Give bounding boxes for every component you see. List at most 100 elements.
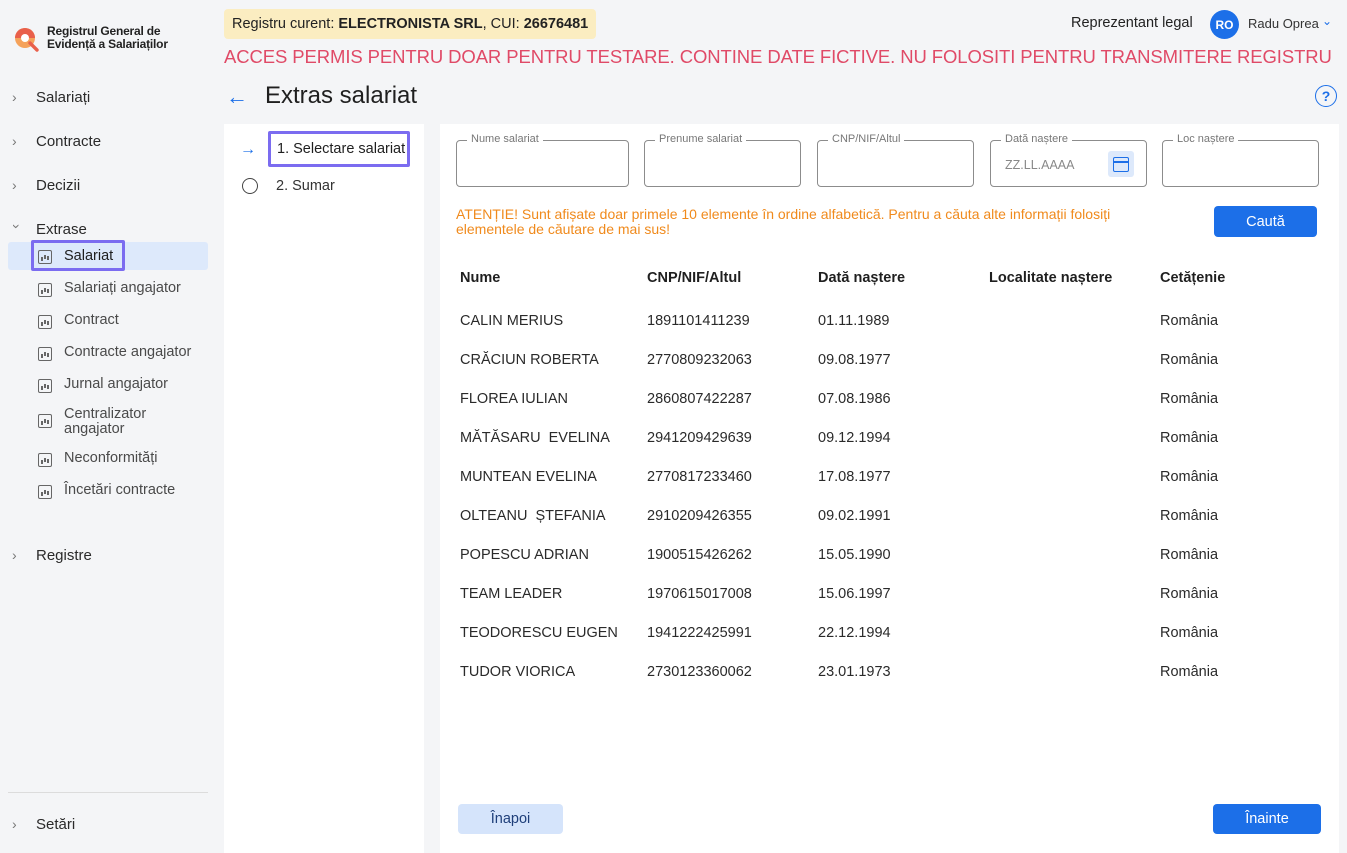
sidebar-item-label: Contract bbox=[64, 312, 119, 328]
cell-cnp: 1941222425991 bbox=[647, 625, 752, 641]
step-selectare-salariat[interactable]: 1. Selectare salariat bbox=[268, 131, 410, 167]
cell-cetatenie: România bbox=[1160, 391, 1219, 407]
nume-salariat-field[interactable]: Nume salariat bbox=[456, 133, 629, 187]
sidebar-item-jurnal-angajator[interactable]: Jurnal angajator bbox=[8, 377, 208, 393]
chart-icon bbox=[38, 250, 52, 264]
sidebar-item-label: Centralizator angajator bbox=[64, 406, 147, 437]
field-label: Dată naștere bbox=[1001, 133, 1072, 145]
cell-cetatenie: România bbox=[1160, 313, 1219, 329]
sidebar-item-label: Salariat bbox=[64, 247, 114, 264]
page-title: Extras salariat bbox=[265, 82, 418, 109]
cell-cnp: 1970615017008 bbox=[647, 586, 752, 602]
nav-group-decizii[interactable]: › Decizii bbox=[12, 173, 80, 197]
loc-nastere-field[interactable]: Loc naștere bbox=[1162, 133, 1319, 187]
cell-cetatenie: România bbox=[1160, 430, 1219, 446]
help-icon[interactable]: ? bbox=[1315, 85, 1337, 107]
nav-group-registre[interactable]: › Registre bbox=[12, 543, 92, 567]
table-row[interactable]: FLOREA IULIAN 2860807422287 07.08.1986 Româ… bbox=[456, 380, 1336, 419]
nav-group-label: Decizii bbox=[36, 176, 81, 194]
table-row[interactable]: OLTEANU ȘTEFANIA 2910209426355 09.02.1991 R… bbox=[456, 497, 1336, 536]
cell-cnp: 2730123360062 bbox=[647, 664, 752, 680]
table-row[interactable]: TUDOR VIORICA 2730123360062 23.01.1973 Româ… bbox=[456, 653, 1336, 692]
back-arrow-icon[interactable]: ← bbox=[226, 84, 248, 110]
step-sumar[interactable]: 2. Sumar bbox=[276, 178, 335, 194]
chart-icon bbox=[38, 347, 52, 361]
sidebar-item-salariati-angajator[interactable]: Salariați angajator bbox=[8, 281, 208, 297]
sidebar-item-label: Jurnal angajator bbox=[64, 376, 168, 392]
calendar-icon[interactable] bbox=[1108, 151, 1134, 177]
cell-cnp: 2770817233460 bbox=[647, 469, 752, 485]
sidebar-item-centralizator-angajator[interactable]: Centralizator angajator bbox=[8, 407, 208, 437]
table-row[interactable]: CRĂCIUN ROBERTA 2770809232063 09.08.1977 Ro… bbox=[456, 341, 1336, 380]
sidebar-item-incetari-contracte[interactable]: Încetări contracte bbox=[8, 483, 208, 499]
cell-cetatenie: România bbox=[1160, 586, 1219, 602]
cell-nume: TEAM LEADER bbox=[460, 586, 563, 602]
table-row[interactable]: POPESCU ADRIAN 1900515426262 15.05.1990 Rom… bbox=[456, 536, 1336, 575]
chart-icon bbox=[38, 379, 52, 393]
field-label: CNP/NIF/Altul bbox=[828, 133, 905, 145]
user-role: Reprezentant legal bbox=[1071, 15, 1193, 31]
cell-cetatenie: România bbox=[1160, 352, 1219, 368]
cell-nume: MĂTĂSARU EVELINA bbox=[460, 430, 610, 446]
nav-group-label: Registre bbox=[36, 546, 92, 564]
table-row[interactable]: MUNTEAN EVELINA 2770817233460 17.08.1977 Ro… bbox=[456, 458, 1336, 497]
cell-nume: CALIN MERIUS bbox=[460, 313, 564, 329]
table-row[interactable]: TEODORESCU EUGEN 1941222425991 22.12.1994 R… bbox=[456, 614, 1336, 653]
avatar[interactable]: RO bbox=[1210, 10, 1239, 39]
brand-line-2: Evidență a Salariaților bbox=[47, 37, 168, 51]
field-label: Prenume salariat bbox=[655, 133, 747, 145]
cell-cetatenie: România bbox=[1160, 625, 1219, 641]
registry-prefix: Registru curent: bbox=[232, 16, 339, 32]
table-row[interactable]: TEAM LEADER 1970615017008 15.06.1997 Români… bbox=[456, 575, 1336, 614]
cell-nume: OLTEANU ȘTEFANIA bbox=[460, 508, 606, 524]
sidebar-item-neconformitati[interactable]: Neconformități bbox=[8, 451, 208, 467]
search-notice: ATENȚIE! Sunt afișate doar primele 10 el… bbox=[456, 206, 1111, 237]
cell-cetatenie: România bbox=[1160, 508, 1219, 524]
search-button[interactable]: Caută bbox=[1214, 206, 1317, 237]
col-header-nume: Nume bbox=[460, 270, 501, 286]
sidebar-item-label: Salariați angajator bbox=[64, 280, 181, 296]
logo-icon bbox=[12, 24, 40, 52]
current-step-arrow-icon: → bbox=[240, 141, 256, 158]
cell-cnp: 2941209429639 bbox=[647, 430, 752, 446]
next-button[interactable]: Înainte bbox=[1213, 804, 1321, 834]
cell-nume: FLOREA IULIAN bbox=[460, 391, 568, 407]
nav-group-extrase[interactable]: › Extrase bbox=[9, 217, 87, 241]
sidebar-item-salariat[interactable]: Salariat bbox=[8, 242, 208, 270]
chevron-down-icon[interactable]: ⌄ bbox=[1322, 14, 1332, 28]
cell-data-nastere: 15.06.1997 bbox=[818, 586, 891, 602]
table-row[interactable]: MĂTĂSARU EVELINA 2941209429639 09.12.1994 R… bbox=[456, 419, 1336, 458]
nav-group-contracte[interactable]: › Contracte bbox=[12, 129, 101, 153]
chart-icon bbox=[38, 283, 52, 297]
cell-cetatenie: România bbox=[1160, 469, 1219, 485]
chart-icon bbox=[38, 485, 52, 499]
cell-cnp: 1900515426262 bbox=[647, 547, 752, 563]
nav-group-salariati[interactable]: › Salariați bbox=[12, 85, 90, 109]
cnp-field[interactable]: CNP/NIF/Altul bbox=[817, 133, 974, 187]
table-row[interactable]: CALIN MERIUS 1891101411239 01.11.1989 Român… bbox=[456, 302, 1336, 341]
cell-cetatenie: România bbox=[1160, 547, 1219, 563]
nav-group-setari[interactable]: › Setări bbox=[12, 812, 75, 836]
cell-cnp: 2910209426355 bbox=[647, 508, 752, 524]
col-header-cnp: CNP/NIF/Altul bbox=[647, 270, 742, 286]
chevron-down-icon: › bbox=[9, 224, 25, 229]
cell-data-nastere: 22.12.1994 bbox=[818, 625, 891, 641]
cell-data-nastere: 07.08.1986 bbox=[818, 391, 891, 407]
step-pending-circle-icon bbox=[242, 178, 258, 194]
cell-data-nastere: 09.02.1991 bbox=[818, 508, 891, 524]
cell-cnp: 2770809232063 bbox=[647, 352, 752, 368]
cell-data-nastere: 01.11.1989 bbox=[818, 313, 890, 329]
user-name[interactable]: Radu Oprea bbox=[1248, 16, 1319, 31]
app-logo[interactable]: Registrul General de Evidență a Salariaț… bbox=[12, 24, 168, 52]
sidebar-item-contracte-angajator[interactable]: Contracte angajator bbox=[8, 345, 208, 361]
registry-company: ELECTRONISTA SRL bbox=[338, 16, 483, 32]
col-header-data-nastere: Dată naștere bbox=[818, 270, 906, 286]
sidebar-item-label: Încetări contracte bbox=[64, 482, 176, 498]
chart-icon bbox=[38, 453, 52, 467]
sidebar-divider bbox=[8, 792, 208, 793]
data-nastere-field[interactable]: Dată naștere ZZ.LL.AAAA bbox=[990, 133, 1147, 187]
prenume-salariat-field[interactable]: Prenume salariat bbox=[644, 133, 801, 187]
chevron-right-icon: › bbox=[12, 177, 17, 193]
sidebar-item-contract[interactable]: Contract bbox=[8, 313, 208, 329]
back-button[interactable]: Înapoi bbox=[458, 804, 563, 834]
